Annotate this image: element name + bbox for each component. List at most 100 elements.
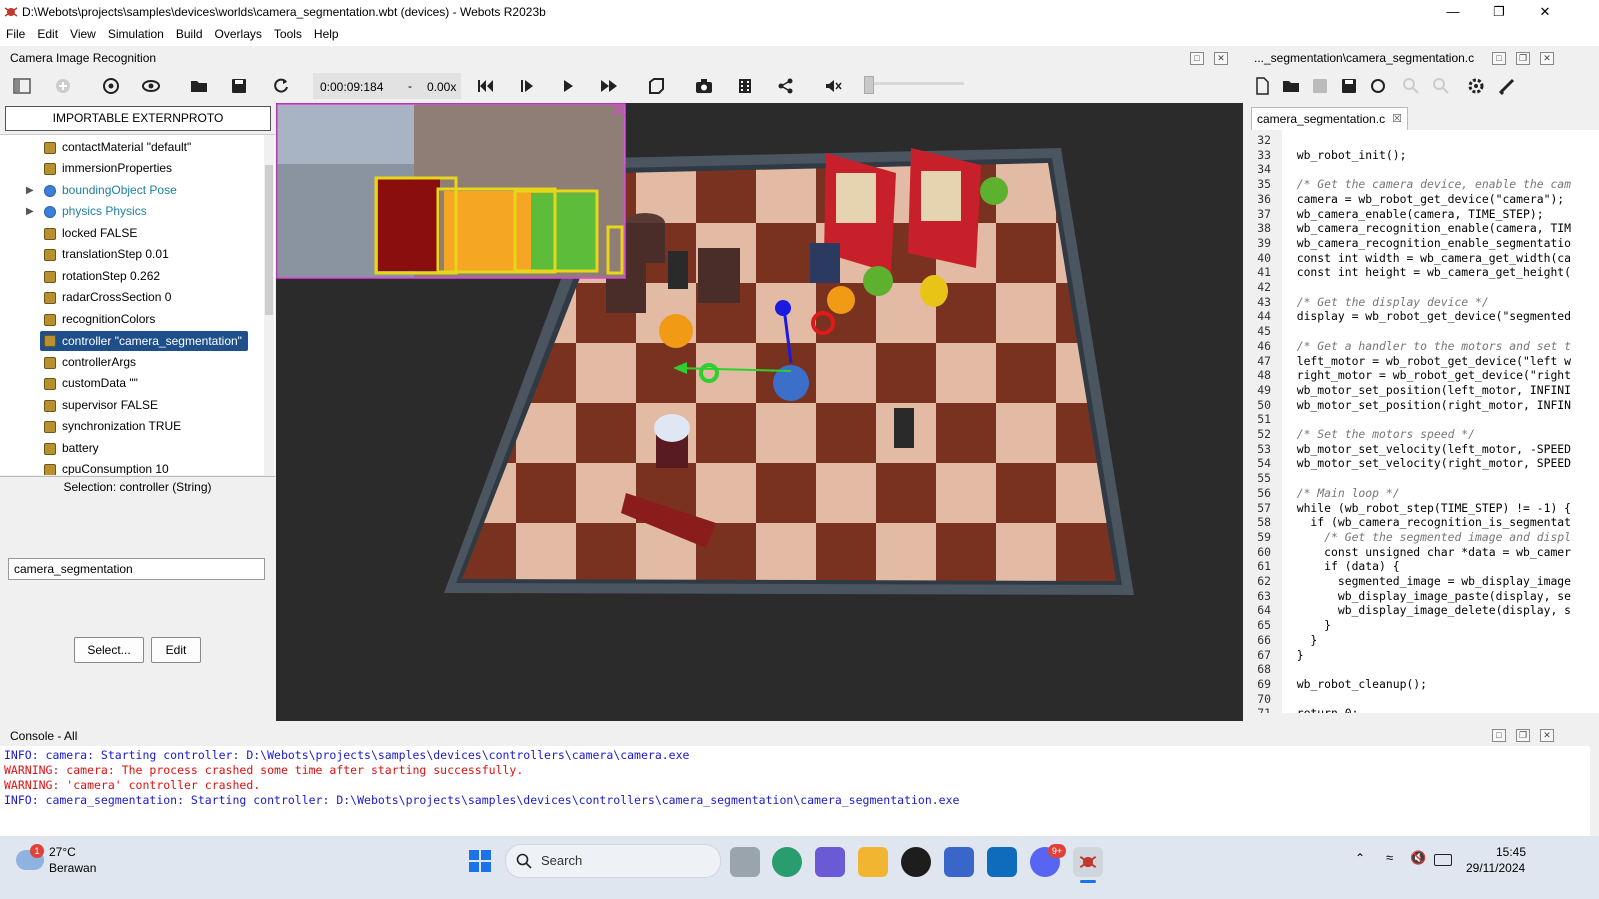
- render-cube-icon[interactable]: [645, 75, 667, 97]
- console-scrollbar[interactable]: [1590, 746, 1599, 836]
- tree-row-selected[interactable]: controller "camera_segmentation": [0, 330, 262, 351]
- tree-scrollbar[interactable]: [264, 135, 274, 475]
- soda-can: [894, 408, 914, 448]
- tab-close-icon[interactable]: ☒: [1392, 108, 1402, 130]
- menu-help[interactable]: Help: [308, 24, 345, 41]
- tree-row[interactable]: recognitionColors: [0, 309, 262, 330]
- wifi-icon[interactable]: ≈: [1386, 850, 1393, 865]
- editor-open-icon[interactable]: [1280, 75, 1302, 97]
- tree-row[interactable]: locked FALSE: [0, 223, 262, 244]
- dell-icon[interactable]: [901, 847, 931, 877]
- tree-row[interactable]: ▶ physics Physics: [0, 201, 262, 222]
- viewport-close-icon[interactable]: ✕: [1214, 52, 1228, 65]
- clock-time[interactable]: 15:45: [1496, 845, 1526, 859]
- fast-forward-icon[interactable]: [598, 75, 620, 97]
- windows-start-icon[interactable]: [469, 850, 491, 872]
- expand-arrow-icon[interactable]: ▶: [26, 201, 34, 222]
- tree-row[interactable]: contactMaterial "default": [0, 137, 262, 158]
- line-number: 62: [1257, 574, 1271, 588]
- console-close-icon[interactable]: ✕: [1540, 729, 1554, 742]
- menu-file[interactable]: File: [0, 24, 31, 41]
- viewport-float-icon[interactable]: □: [1190, 52, 1204, 65]
- clock-date[interactable]: 29/11/2024: [1466, 861, 1525, 875]
- code-area[interactable]: 32 33 wb_robot_init(); 34 35 /* Get the cam…: [1248, 130, 1599, 713]
- replace-icon[interactable]: [1430, 75, 1452, 97]
- new-file-icon[interactable]: [1251, 75, 1273, 97]
- edit-button[interactable]: Edit: [151, 637, 201, 663]
- menu-view[interactable]: View: [64, 24, 102, 41]
- volume-slider-handle[interactable]: [864, 76, 874, 94]
- 3d-viewport[interactable]: [276, 103, 1243, 721]
- reload-world-icon[interactable]: [100, 75, 122, 97]
- reset-simulation-icon[interactable]: [270, 75, 292, 97]
- share-icon[interactable]: [775, 75, 797, 97]
- editor-close-icon[interactable]: ✕: [1540, 52, 1554, 65]
- editor-float-icon[interactable]: □: [1492, 52, 1506, 65]
- battery-icon[interactable]: [1434, 854, 1452, 866]
- console-restore-icon[interactable]: ❐: [1516, 729, 1530, 742]
- field-icon: [44, 464, 56, 475]
- outlook-icon[interactable]: [987, 847, 1017, 877]
- tree-row[interactable]: rotationStep 0.262: [0, 266, 262, 287]
- menu-edit[interactable]: Edit: [31, 24, 64, 41]
- editor-revert-icon[interactable]: [1367, 75, 1389, 97]
- clean-broom-icon[interactable]: [1496, 75, 1518, 97]
- weather-temp[interactable]: 27°C: [49, 845, 76, 859]
- console-float-icon[interactable]: □: [1492, 729, 1506, 742]
- open-folder-icon[interactable]: [188, 75, 210, 97]
- step-back-icon[interactable]: [474, 75, 496, 97]
- tree-row[interactable]: radarCrossSection 0: [0, 287, 262, 308]
- editor-save-as-icon[interactable]: [1338, 75, 1360, 97]
- rotate-y-handle[interactable]: [775, 300, 791, 316]
- webots-taskbar-icon[interactable]: [1073, 847, 1103, 877]
- tab-camera-segmentation-c[interactable]: camera_segmentation.c ☒: [1251, 107, 1408, 130]
- menu-overlays[interactable]: Overlays: [209, 24, 268, 41]
- controller-field-input[interactable]: camera_segmentation: [8, 558, 265, 580]
- close-icon[interactable]: ✕: [1522, 2, 1568, 22]
- select-button[interactable]: Select...: [74, 637, 144, 663]
- maximize-icon[interactable]: ❐: [1476, 2, 1522, 22]
- tree-row[interactable]: battery: [0, 438, 262, 459]
- apple: [980, 177, 1008, 205]
- tree-row[interactable]: controllerArgs: [0, 352, 262, 373]
- menu-build[interactable]: Build: [170, 24, 209, 41]
- tree-scrollbar-thumb[interactable]: [265, 165, 273, 315]
- add-node-icon[interactable]: [52, 75, 74, 97]
- taskbar-search-box[interactable]: Search: [505, 844, 721, 878]
- tree-row[interactable]: supervisor FALSE: [0, 395, 262, 416]
- task-view-icon[interactable]: [730, 847, 760, 877]
- menu-tools[interactable]: Tools: [268, 24, 308, 41]
- copilot-icon[interactable]: [815, 847, 845, 877]
- toggle-scene-tree-icon[interactable]: [11, 75, 33, 97]
- tree-row[interactable]: customData "": [0, 373, 262, 394]
- volume-muted-icon[interactable]: 🔇: [1410, 850, 1426, 866]
- tree-row[interactable]: translationStep 0.01: [0, 244, 262, 265]
- find-icon[interactable]: [1400, 75, 1422, 97]
- tree-row[interactable]: ▶ boundingObject Pose: [0, 180, 262, 201]
- chrome-icon[interactable]: [772, 847, 802, 877]
- media-player-icon[interactable]: [944, 847, 974, 877]
- expand-arrow-icon[interactable]: ▶: [26, 180, 34, 201]
- play-icon[interactable]: [557, 75, 579, 97]
- camera-overlay[interactable]: [276, 103, 626, 279]
- importable-externproto-button[interactable]: IMPORTABLE EXTERNPROTO: [5, 106, 271, 131]
- tree-row[interactable]: cpuConsumption 10: [0, 459, 262, 475]
- record-movie-icon[interactable]: [734, 75, 756, 97]
- screenshot-camera-icon[interactable]: [693, 75, 715, 97]
- view-eye-icon[interactable]: [140, 75, 162, 97]
- weather-desc[interactable]: Berawan: [49, 861, 96, 875]
- chevron-up-icon[interactable]: ⌃: [1355, 851, 1365, 865]
- minimize-icon[interactable]: —: [1430, 2, 1476, 22]
- save-icon[interactable]: [228, 75, 250, 97]
- menu-simulation[interactable]: Simulation: [102, 24, 170, 41]
- build-gear-icon[interactable]: [1465, 75, 1487, 97]
- volume-slider[interactable]: [864, 82, 964, 85]
- editor-save-icon[interactable]: [1309, 75, 1331, 97]
- tree-row[interactable]: synchronization TRUE: [0, 416, 262, 437]
- scene-render[interactable]: [276, 103, 1243, 721]
- tree-row[interactable]: immersionProperties: [0, 158, 262, 179]
- mute-icon[interactable]: [822, 75, 844, 97]
- editor-restore-icon[interactable]: ❐: [1516, 52, 1530, 65]
- file-explorer-icon[interactable]: [858, 847, 888, 877]
- step-icon[interactable]: [516, 75, 538, 97]
